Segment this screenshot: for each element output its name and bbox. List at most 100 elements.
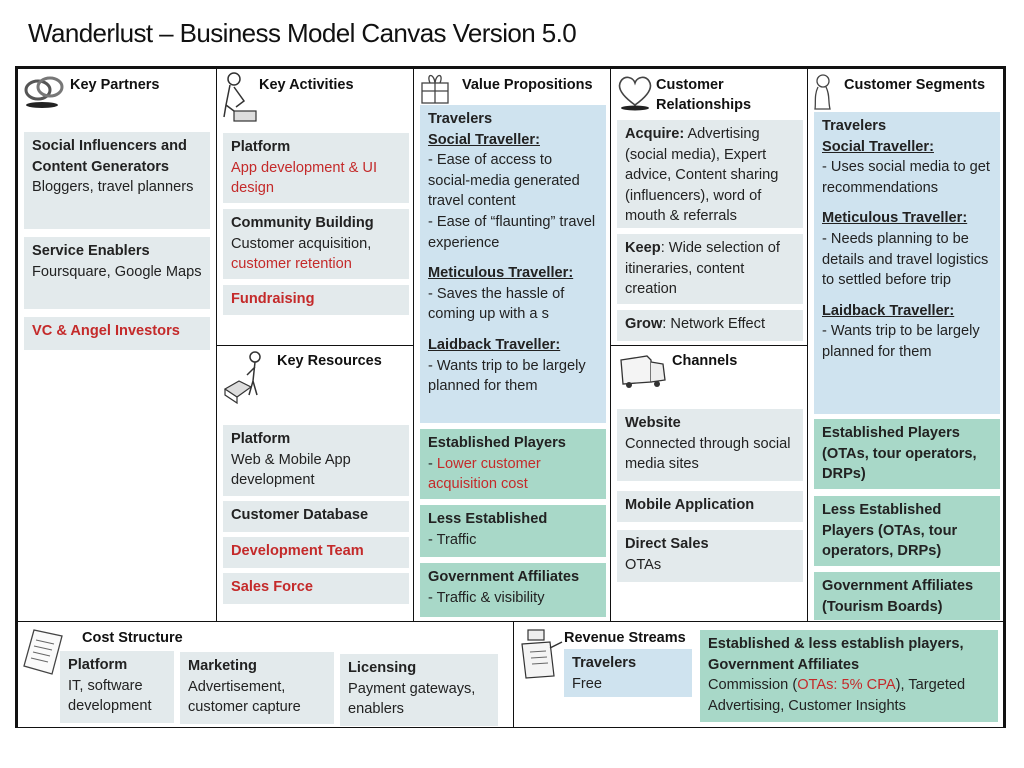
card-travelers: Travelers Free (564, 649, 692, 697)
card-title: Established Players (428, 435, 566, 451)
card-text: IT, software development (68, 677, 152, 715)
card-title: Fundraising (231, 291, 315, 307)
card-title: Platform (231, 139, 291, 155)
customer-relationships-heading: Customer Relationships (656, 75, 751, 115)
card-established-players: Established Players (OTAs, tour operator… (814, 419, 1000, 489)
value-propositions-block: Value Propositions Travelers Social Trav… (413, 68, 611, 622)
segment-label-meticulous: Meticulous Traveller: (822, 210, 968, 227)
card-title: Platform (231, 431, 291, 447)
card-text: Web & Mobile App development (231, 451, 351, 489)
cost-structure-block: Cost Structure Platform IT, software dev… (17, 621, 514, 728)
customer-relationships-block: Customer Relationships Acquire: Advertis… (610, 68, 808, 346)
card-text: Commission ( (708, 677, 798, 694)
card-title: Government Affiliates (428, 569, 580, 585)
gift-icon (421, 74, 449, 104)
card-title: Less Established (428, 511, 548, 527)
card-service-enablers: Service Enablers Foursquare, Google Maps (24, 237, 210, 309)
segment-label-laidback: Laidback Traveller: (822, 302, 955, 319)
card-less-established-players: Less Established Players (OTAs, tour ope… (814, 496, 1000, 566)
card-title: Social Influencers and Content Generator… (32, 138, 187, 175)
card-platform: Platform Web & Mobile App development (223, 425, 409, 496)
card-text: Connected through social media sites (625, 435, 791, 473)
card-marketing: Marketing Advertisement, customer captur… (180, 652, 334, 724)
card-text: Customer acquisition, (231, 235, 372, 252)
card-title: Website (625, 415, 681, 431)
card-development-team: Development Team (223, 537, 409, 568)
card-social-influencers: Social Influencers and Content Generator… (24, 132, 210, 229)
card-sales-force: Sales Force (223, 573, 409, 604)
card-label: Grow (625, 316, 663, 332)
segment-label-social: Social Traveller: (822, 138, 934, 155)
channels-heading: Channels (672, 353, 738, 369)
card-government-affiliates: Government Affiliates (Tourism Boards) (814, 572, 1000, 620)
card-vc-angel-investors: VC & Angel Investors (24, 317, 210, 350)
customer-segments-block: Customer Segments Travelers Social Trave… (807, 68, 1004, 622)
revenue-streams-heading: Revenue Streams (564, 630, 686, 646)
card-title: VC & Angel Investors (32, 323, 180, 339)
card-community-building: Community Building Customer acquisition,… (223, 209, 409, 279)
card-title: Travelers (572, 655, 637, 671)
card-label: Acquire: (625, 126, 685, 142)
segment-text: - Wants trip to be largely planned for t… (428, 357, 586, 395)
card-platform: Platform IT, software development (60, 651, 174, 723)
card-title: Travelers (822, 118, 887, 134)
card-established-players: Established Players - Lower customer acq… (420, 429, 606, 499)
card-title: Platform (68, 657, 128, 673)
cost-structure-heading: Cost Structure (82, 630, 183, 646)
card-text: : Network Effect (662, 316, 766, 332)
truck-icon (620, 355, 666, 388)
card-text: Bloggers, travel planners (32, 179, 194, 196)
key-resources-block: Key Resources Platform Web & Mobile App … (216, 345, 414, 622)
channels-block: Channels Website Connected through socia… (610, 345, 808, 622)
card-customer-database: Customer Database (223, 501, 409, 532)
revenue-streams-block: Revenue Streams Travelers Free Establish… (513, 621, 1004, 728)
card-title: Licensing (348, 660, 417, 676)
card-title: Service Enablers (32, 243, 150, 259)
card-text-red: customer retention (231, 256, 352, 273)
person-icon (814, 74, 831, 110)
segment-label-meticulous: Meticulous Traveller: (428, 265, 574, 282)
key-activities-block: Key Activities Platform App development … (216, 68, 414, 346)
card-website: Website Connected through social media s… (617, 409, 803, 481)
card-text: App development & UI design (231, 159, 378, 197)
card-direct-sales: Direct Sales OTAs (617, 530, 803, 582)
segment-text: - Saves the hassle of coming up with a s (428, 285, 565, 323)
segment-text: - Needs planning to be details and trave… (822, 230, 989, 289)
page-title: Wanderlust – Business Model Canvas Versi… (28, 18, 577, 48)
card-acquire: Acquire: Advertising (social media), Exp… (617, 120, 803, 228)
card-licensing: Licensing Payment gateways, enablers (340, 654, 498, 726)
card-text: Foursquare, Google Maps (32, 263, 202, 280)
value-propositions-heading: Value Propositions (462, 77, 593, 93)
card-fundraising: Fundraising (223, 285, 409, 315)
card-platform: Platform App development & UI design (223, 133, 409, 203)
business-model-canvas: Key Partners Social Influencers and Cont… (15, 66, 1006, 728)
key-partners-heading: Key Partners (70, 77, 160, 93)
card-title: Direct Sales (625, 536, 709, 552)
key-activities-heading: Key Activities (259, 77, 354, 93)
heading-line: Customer (656, 77, 724, 93)
card-less-established: Less Established - Traffic (420, 505, 606, 557)
card-prefix: - (428, 455, 437, 472)
card-mobile-application: Mobile Application (617, 491, 803, 522)
card-text: - Traffic (428, 531, 477, 548)
card-label: Keep (625, 240, 661, 256)
card-keep: Keep: Wide selection of itineraries, con… (617, 234, 803, 304)
card-players: Established & less establish players, Go… (700, 630, 998, 722)
card-title: Less Established Players (OTAs, tour ope… (822, 502, 958, 560)
segment-text: - Ease of access to social-media generat… (428, 152, 580, 210)
card-text: Lower customer acquisition cost (428, 455, 541, 493)
card-text: Payment gateways, enablers (348, 680, 476, 718)
card-text: OTAs (625, 556, 662, 573)
chain-links-icon (24, 76, 64, 108)
card-title: Customer Database (231, 507, 369, 523)
card-title: Established & less establish players, Go… (708, 636, 964, 673)
card-title: Sales Force (231, 579, 313, 595)
person-with-machine-icon (223, 351, 261, 405)
card-text: Free (572, 675, 603, 692)
card-government-affiliates: Government Affiliates - Traffic & visibi… (420, 563, 606, 617)
card-travelers: Travelers Social Traveller: - Ease of ac… (420, 105, 606, 423)
card-text-red: OTAs: 5% CPA (797, 677, 896, 694)
heading-line: Relationships (656, 97, 752, 113)
card-travelers: Travelers Social Traveller: - Uses socia… (814, 112, 1000, 414)
card-grow: Grow: Network Effect (617, 310, 803, 341)
